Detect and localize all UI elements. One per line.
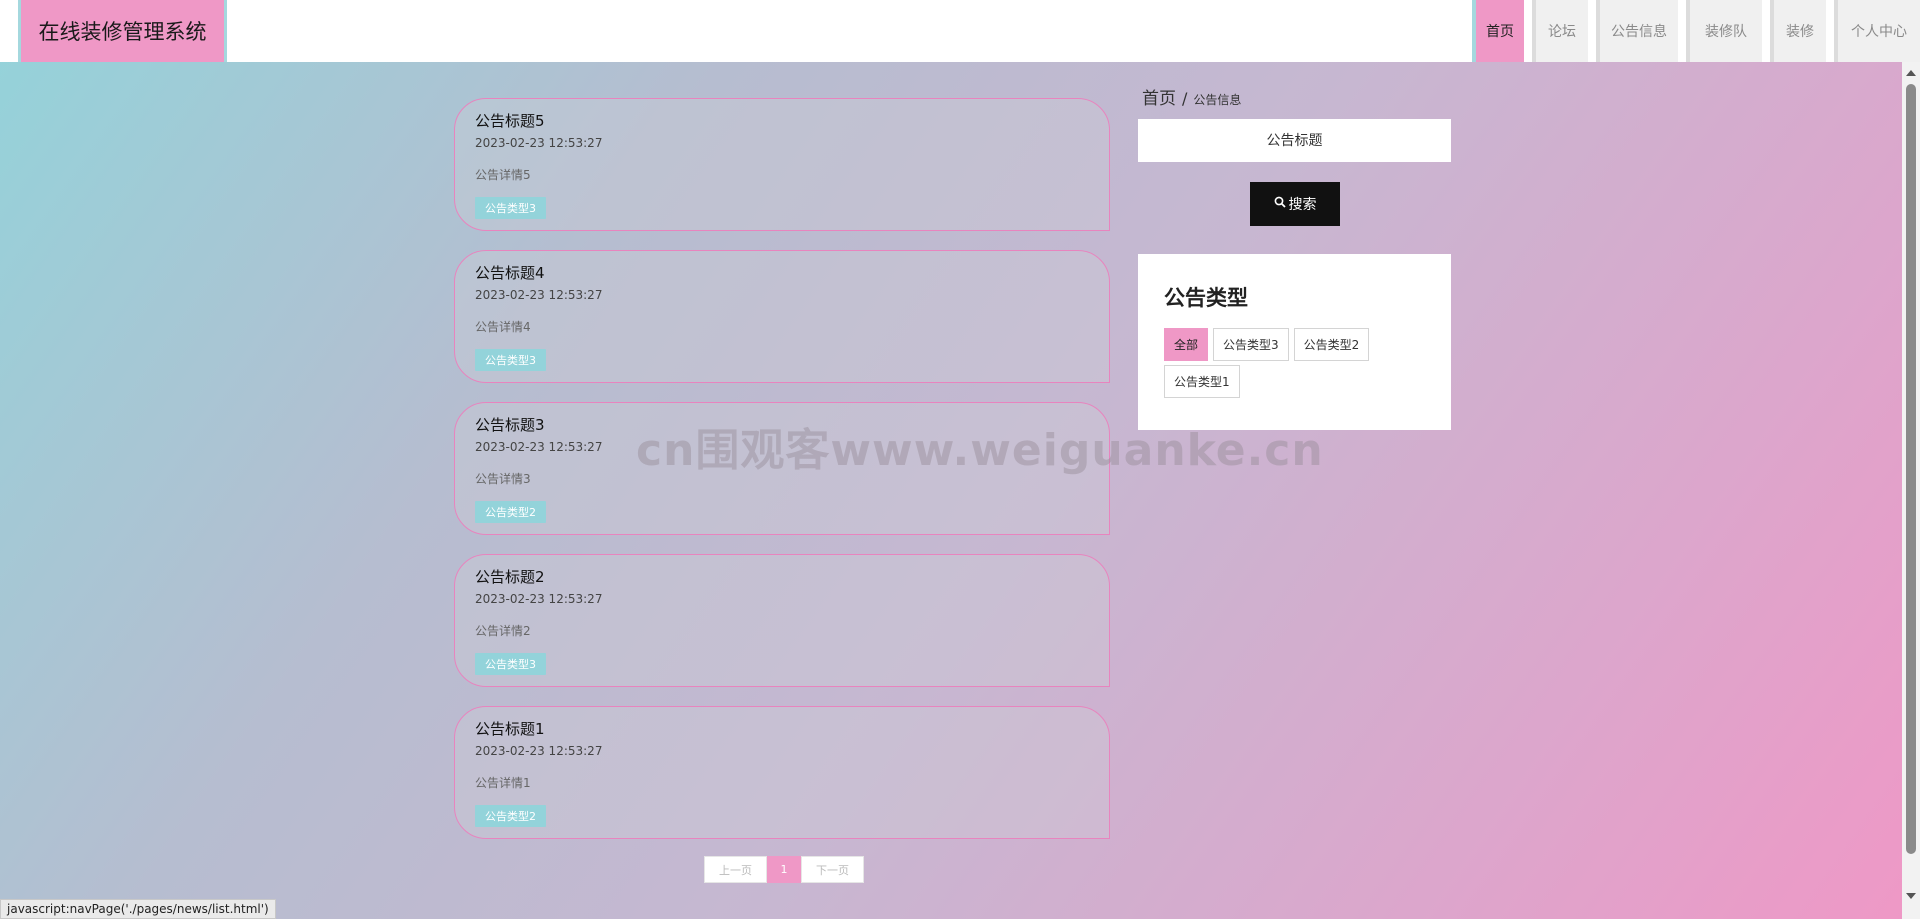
nav-item-renovation[interactable]: 装修 bbox=[1770, 0, 1826, 62]
news-type-tag: 公告类型2 bbox=[475, 805, 546, 827]
top-bar: 在线装修管理系统 首页 论坛 公告信息 装修队 装修 个人中心 bbox=[0, 0, 1920, 62]
scroll-up-arrow-icon[interactable] bbox=[1906, 70, 1916, 76]
search-button-label: 搜索 bbox=[1288, 197, 1317, 213]
vertical-scrollbar[interactable] bbox=[1902, 62, 1920, 919]
main-nav: 首页 论坛 公告信息 装修队 装修 个人中心 bbox=[1464, 0, 1920, 62]
news-type-tag: 公告类型2 bbox=[475, 501, 546, 523]
search-input[interactable] bbox=[1138, 119, 1451, 162]
news-detail: 公告详情2 bbox=[475, 624, 531, 638]
news-card[interactable]: 公告标题5 2023-02-23 12:53:27 公告详情5 公告类型3 bbox=[454, 98, 1110, 231]
nav-item-announcements[interactable]: 公告信息 bbox=[1596, 0, 1678, 62]
breadcrumb-current: 公告信息 bbox=[1193, 93, 1242, 107]
news-time: 2023-02-23 12:53:27 bbox=[475, 288, 603, 302]
pagination: 上一页 1 下一页 bbox=[704, 856, 864, 883]
nav-item-profile[interactable]: 个人中心 bbox=[1834, 0, 1920, 62]
breadcrumb-home[interactable]: 首页 bbox=[1142, 84, 1176, 109]
type-chip-1[interactable]: 公告类型1 bbox=[1164, 365, 1240, 398]
scrollbar-thumb[interactable] bbox=[1906, 84, 1916, 854]
type-filter-panel: 公告类型 全部 公告类型3 公告类型2 公告类型1 bbox=[1138, 254, 1451, 430]
search-icon bbox=[1274, 196, 1289, 212]
news-type-tag: 公告类型3 bbox=[475, 349, 546, 371]
news-time: 2023-02-23 12:53:27 bbox=[475, 592, 603, 606]
news-title[interactable]: 公告标题2 bbox=[475, 567, 1089, 587]
news-detail: 公告详情1 bbox=[475, 776, 531, 790]
nav-item-home[interactable]: 首页 bbox=[1472, 0, 1524, 62]
watermark: cn围观客www.weiguanke.cn bbox=[636, 425, 1324, 476]
news-title[interactable]: 公告标题4 bbox=[475, 263, 1089, 283]
news-card[interactable]: 公告标题4 2023-02-23 12:53:27 公告详情4 公告类型3 bbox=[454, 250, 1110, 383]
search-button[interactable]: 搜索 bbox=[1250, 182, 1340, 226]
news-detail: 公告详情5 bbox=[475, 168, 531, 182]
news-title[interactable]: 公告标题1 bbox=[475, 719, 1089, 739]
news-type-tag: 公告类型3 bbox=[475, 653, 546, 675]
news-type-tag: 公告类型3 bbox=[475, 197, 546, 219]
next-page-button[interactable]: 下一页 bbox=[801, 856, 864, 883]
app-title[interactable]: 在线装修管理系统 bbox=[18, 0, 227, 62]
type-filter-heading: 公告类型 bbox=[1164, 286, 1248, 310]
news-list: 公告标题5 2023-02-23 12:53:27 公告详情5 公告类型3 公告… bbox=[454, 98, 1110, 858]
scroll-down-arrow-icon[interactable] bbox=[1906, 893, 1916, 899]
news-card[interactable]: 公告标题1 2023-02-23 12:53:27 公告详情1 公告类型2 bbox=[454, 706, 1110, 839]
prev-page-button[interactable]: 上一页 bbox=[704, 856, 767, 883]
browser-status-bar: javascript:navPage('./pages/news/list.ht… bbox=[0, 899, 276, 919]
news-time: 2023-02-23 12:53:27 bbox=[475, 136, 603, 150]
news-time: 2023-02-23 12:53:27 bbox=[475, 744, 603, 758]
news-title[interactable]: 公告标题5 bbox=[475, 111, 1089, 131]
breadcrumb-separator: / bbox=[1182, 89, 1188, 108]
news-detail: 公告详情4 bbox=[475, 320, 531, 334]
nav-item-forum[interactable]: 论坛 bbox=[1532, 0, 1588, 62]
type-filter-list: 全部 公告类型3 公告类型2 公告类型1 bbox=[1164, 328, 1404, 402]
page-number-button[interactable]: 1 bbox=[767, 856, 801, 883]
nav-item-renovation-team[interactable]: 装修队 bbox=[1686, 0, 1762, 62]
type-chip-all[interactable]: 全部 bbox=[1164, 328, 1209, 361]
breadcrumb: 首页 / 公告信息 bbox=[1142, 84, 1241, 109]
type-chip-3[interactable]: 公告类型3 bbox=[1213, 328, 1289, 361]
news-card[interactable]: 公告标题2 2023-02-23 12:53:27 公告详情2 公告类型3 bbox=[454, 554, 1110, 687]
type-chip-2[interactable]: 公告类型2 bbox=[1293, 328, 1370, 361]
